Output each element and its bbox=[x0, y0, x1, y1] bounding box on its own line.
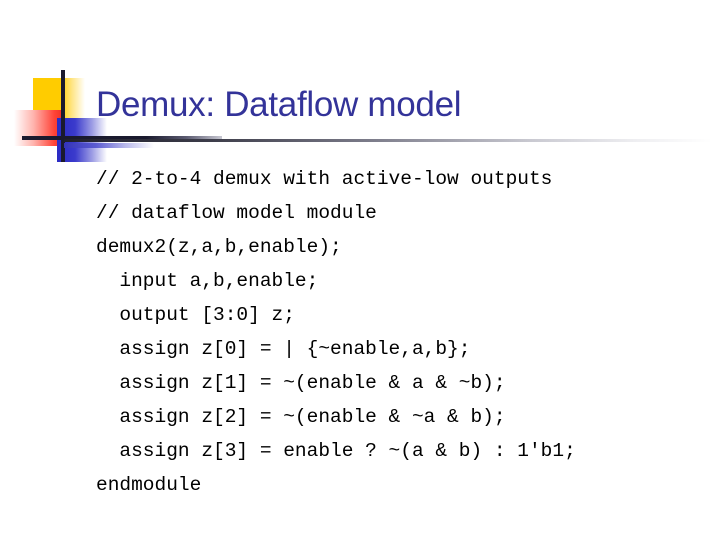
code-line: assign z[0] = | {~enable,a,b}; bbox=[96, 338, 471, 360]
code-block: // 2-to-4 demux with active-low outputs /… bbox=[96, 162, 710, 502]
crosshair-vertical-line-icon bbox=[61, 70, 65, 162]
code-line: assign z[3] = enable ? ~(a & b) : 1'b1; bbox=[96, 440, 576, 462]
red-square-icon bbox=[14, 110, 63, 146]
code-line: // 2-to-4 demux with active-low outputs bbox=[96, 168, 553, 190]
code-line: endmodule bbox=[96, 474, 202, 496]
slide-title: Demux: Dataflow model bbox=[96, 85, 462, 124]
title-divider-rule bbox=[64, 139, 712, 142]
code-line: output [3:0] z; bbox=[96, 304, 295, 326]
code-line: // dataflow model module bbox=[96, 202, 377, 224]
code-line: assign z[2] = ~(enable & ~a & b); bbox=[96, 406, 506, 428]
code-line: input a,b,enable; bbox=[96, 270, 319, 292]
code-line: assign z[1] = ~(enable & a & ~b); bbox=[96, 372, 506, 394]
yellow-square-icon bbox=[33, 78, 85, 120]
slide-canvas: Demux: Dataflow model // 2-to-4 demux wi… bbox=[0, 0, 720, 540]
title-divider-accent bbox=[64, 143, 154, 148]
code-line: demux2(z,a,b,enable); bbox=[96, 236, 342, 258]
